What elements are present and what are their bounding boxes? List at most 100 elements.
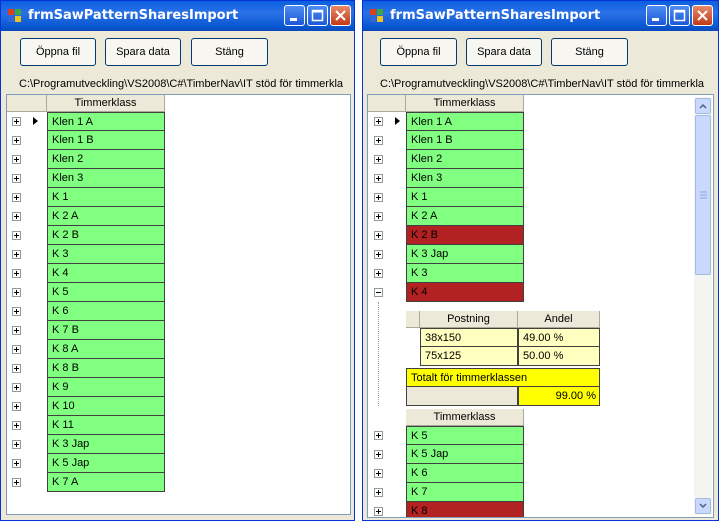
grid-cell-timber-class[interactable]: Klen 3 xyxy=(406,169,524,188)
save-data-button[interactable]: Spara data xyxy=(466,38,542,66)
expand-icon[interactable] xyxy=(12,421,21,430)
expand-icon[interactable] xyxy=(12,364,21,373)
expand-icon[interactable] xyxy=(12,383,21,392)
expand-icon[interactable] xyxy=(12,231,21,240)
grid-cell-timber-class[interactable]: K 9 xyxy=(47,378,165,397)
expand-icon[interactable] xyxy=(12,212,21,221)
grid-cell-timber-class[interactable]: K 4 xyxy=(47,264,165,283)
close-button[interactable]: Stäng xyxy=(191,38,268,66)
timber-class-grid[interactable]: Timmerklass Klen 1 A Klen 1 B Klen 2 Klen 3… xyxy=(367,94,714,518)
maximize-button[interactable] xyxy=(669,5,690,26)
collapse-icon[interactable] xyxy=(374,288,383,297)
expand-icon[interactable] xyxy=(12,136,21,145)
expand-icon[interactable] xyxy=(12,402,21,411)
grid-cell-timber-class[interactable]: K 8 A xyxy=(47,340,165,359)
vertical-scrollbar[interactable] xyxy=(694,97,712,515)
grid-cell-timber-class[interactable]: Klen 1 A xyxy=(47,112,165,131)
expand-icon[interactable] xyxy=(12,193,21,202)
minimize-button[interactable] xyxy=(646,5,667,26)
expand-icon[interactable] xyxy=(12,440,21,449)
grid-cell-timber-class[interactable]: K 7 B xyxy=(47,321,165,340)
expand-icon[interactable] xyxy=(12,174,21,183)
column-header-timber-class[interactable]: Timmerklass xyxy=(406,409,524,426)
column-header-timber-class[interactable]: Timmerklass xyxy=(47,95,165,112)
close-window-button[interactable] xyxy=(330,5,351,26)
row-header-corner xyxy=(406,311,420,328)
save-data-button[interactable]: Spara data xyxy=(105,38,181,66)
column-header-timber-class[interactable]: Timmerklass xyxy=(406,95,524,112)
grid-cell-timber-class[interactable]: K 8 B xyxy=(47,359,165,378)
expand-icon[interactable] xyxy=(374,469,383,478)
grid-cell-timber-class[interactable]: K 1 xyxy=(47,188,165,207)
timber-class-grid[interactable]: Timmerklass Klen 1 A Klen 1 B Klen 2 Klen 3… xyxy=(6,94,351,515)
grid-cell-timber-class[interactable]: K 2 A xyxy=(406,207,524,226)
expand-icon[interactable] xyxy=(374,488,383,497)
expand-icon[interactable] xyxy=(12,269,21,278)
grid-cell-timber-class[interactable]: K 6 xyxy=(47,302,165,321)
grid-cell-timber-class[interactable]: K 5 xyxy=(406,426,524,445)
grid-cell-timber-class[interactable]: K 2 B xyxy=(47,226,165,245)
grid-cell-timber-class[interactable]: K 3 xyxy=(406,264,524,283)
expand-icon[interactable] xyxy=(374,117,383,126)
title-bar[interactable]: frmSawPatternSharesImport xyxy=(363,1,718,31)
expand-icon[interactable] xyxy=(374,155,383,164)
expand-icon[interactable] xyxy=(12,345,21,354)
close-button[interactable]: Stäng xyxy=(551,38,628,66)
open-file-button[interactable]: Öppna fil xyxy=(380,38,457,66)
scroll-down-button[interactable] xyxy=(695,498,711,514)
grid-cell-timber-class[interactable]: K 3 xyxy=(47,245,165,264)
detail-cell-share[interactable]: 49.00 % xyxy=(518,328,600,347)
minimize-button[interactable] xyxy=(284,5,305,26)
scroll-thumb[interactable] xyxy=(695,115,711,275)
grid-cell-timber-class[interactable]: K 3 Jap xyxy=(406,245,524,264)
grid-cell-timber-class[interactable]: K 3 Jap xyxy=(47,435,165,454)
grid-cell-timber-class[interactable]: K 2 B xyxy=(406,226,524,245)
grid-cell-timber-class[interactable]: K 5 Jap xyxy=(47,454,165,473)
close-window-button[interactable] xyxy=(692,5,713,26)
maximize-button[interactable] xyxy=(307,5,328,26)
grid-cell-timber-class[interactable]: Klen 1 B xyxy=(47,131,165,150)
grid-cell-timber-class[interactable]: K 10 xyxy=(47,397,165,416)
grid-cell-timber-class[interactable]: Klen 3 xyxy=(47,169,165,188)
grid-cell-timber-class[interactable]: K 8 xyxy=(406,502,524,517)
title-bar[interactable]: frmSawPatternSharesImport xyxy=(1,1,354,31)
grid-cell-timber-class[interactable]: Klen 1 A xyxy=(406,112,524,131)
expand-icon[interactable] xyxy=(374,193,383,202)
expand-icon[interactable] xyxy=(12,459,21,468)
column-header-share[interactable]: Andel xyxy=(518,311,600,328)
grid-cell-timber-class[interactable]: K 5 xyxy=(47,283,165,302)
expand-icon[interactable] xyxy=(374,212,383,221)
open-file-button[interactable]: Öppna fil xyxy=(20,38,96,66)
grid-cell-timber-class[interactable]: Klen 2 xyxy=(47,150,165,169)
scroll-up-button[interactable] xyxy=(695,98,711,114)
expand-icon[interactable] xyxy=(374,231,383,240)
expand-icon[interactable] xyxy=(12,155,21,164)
expand-icon[interactable] xyxy=(12,250,21,259)
expand-icon[interactable] xyxy=(374,136,383,145)
expand-icon[interactable] xyxy=(374,174,383,183)
grid-cell-timber-class[interactable]: Klen 1 B xyxy=(406,131,524,150)
grid-cell-timber-class[interactable]: K 7 A xyxy=(47,473,165,492)
column-header-pattern[interactable]: Postning xyxy=(420,311,518,328)
grid-cell-timber-class[interactable]: K 11 xyxy=(47,416,165,435)
expand-icon[interactable] xyxy=(374,250,383,259)
grid-cell-timber-class[interactable]: K 1 xyxy=(406,188,524,207)
expand-icon[interactable] xyxy=(12,478,21,487)
grid-cell-timber-class[interactable]: K 6 xyxy=(406,464,524,483)
expand-icon[interactable] xyxy=(374,450,383,459)
expand-icon[interactable] xyxy=(374,269,383,278)
detail-cell-pattern[interactable]: 75x125 xyxy=(420,347,518,366)
expand-icon[interactable] xyxy=(374,431,383,440)
expand-icon[interactable] xyxy=(374,507,383,516)
expand-icon[interactable] xyxy=(12,288,21,297)
grid-cell-timber-class[interactable]: K 7 xyxy=(406,483,524,502)
expand-icon[interactable] xyxy=(12,117,21,126)
grid-cell-timber-class[interactable]: K 5 Jap xyxy=(406,445,524,464)
grid-cell-timber-class[interactable]: K 4 xyxy=(406,283,524,302)
expand-icon[interactable] xyxy=(12,326,21,335)
detail-cell-pattern[interactable]: 38x150 xyxy=(420,328,518,347)
grid-cell-timber-class[interactable]: Klen 2 xyxy=(406,150,524,169)
grid-cell-timber-class[interactable]: K 2 A xyxy=(47,207,165,226)
expand-icon[interactable] xyxy=(12,307,21,316)
detail-cell-share[interactable]: 50.00 % xyxy=(518,347,600,366)
